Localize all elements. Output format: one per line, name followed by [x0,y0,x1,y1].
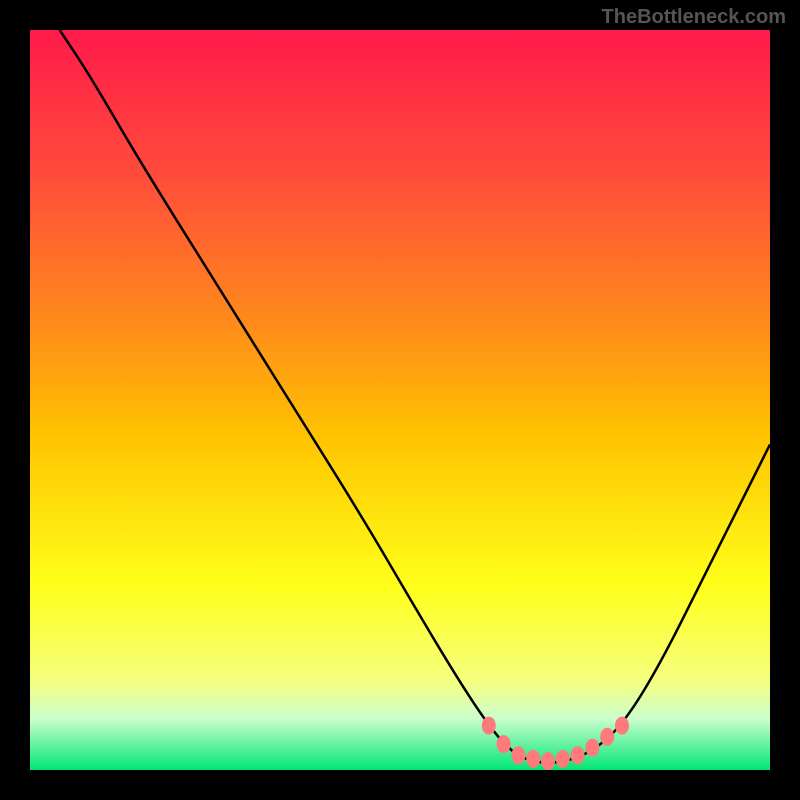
marker-dot [615,717,629,735]
marker-dot [556,750,570,768]
marker-dot [600,728,614,746]
chart-container: TheBottleneck.com [0,0,800,800]
marker-dot [585,739,599,757]
marker-dot [541,752,555,770]
marker-dot [511,746,525,764]
marker-dot [571,746,585,764]
marker-dot [526,750,540,768]
plot-background [30,30,770,770]
watermark-text: TheBottleneck.com [602,6,786,29]
marker-dot [497,735,511,753]
marker-dot [482,717,496,735]
bottleneck-chart [0,0,800,800]
